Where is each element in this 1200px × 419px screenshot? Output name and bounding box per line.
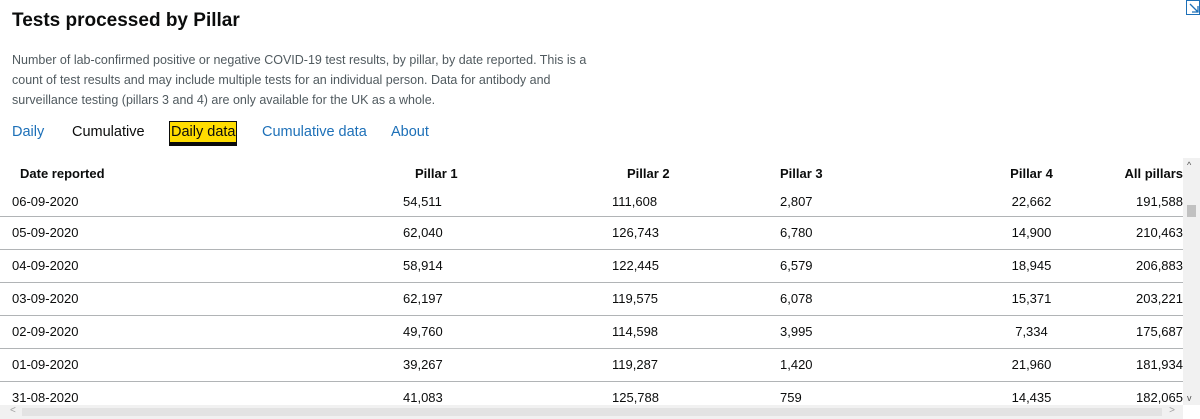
tab-cumulative-data[interactable]: Cumulative data <box>262 122 367 142</box>
cell-date: 02-09-2020 <box>0 315 395 349</box>
column-header-pillar-2[interactable]: Pillar 2 <box>610 158 780 188</box>
chevron-up-icon[interactable]: ^ <box>1187 160 1191 170</box>
chevron-right-icon[interactable]: > <box>1169 405 1175 416</box>
cell-pillar-1: 39,267 <box>395 348 610 382</box>
cell-pillar-4: 14,435 <box>950 381 1113 405</box>
tab-about[interactable]: About <box>391 122 429 142</box>
cell-date: 05-09-2020 <box>0 216 395 250</box>
cell-pillar-3: 6,078 <box>780 282 950 316</box>
cell-pillar-2: 111,608 <box>610 188 780 217</box>
cell-pillar-3: 2,807 <box>780 188 950 217</box>
table-row: 04-09-2020 58,914 122,445 6,579 18,945 206,88… <box>0 249 1183 283</box>
column-header-pillar-3[interactable]: Pillar 3 <box>780 158 950 188</box>
table-row: 01-09-2020 39,267 119,287 1,420 21,960 181,93… <box>0 348 1183 382</box>
cell-date: 31-08-2020 <box>0 381 395 405</box>
cell-date: 06-09-2020 <box>0 188 395 217</box>
table-row: 06-09-2020 54,511 111,608 2,807 22,662 191,58… <box>0 188 1183 217</box>
column-header-date[interactable]: Date reported <box>0 158 395 188</box>
cell-pillar-2: 114,598 <box>610 315 780 349</box>
table-header-row: Date reported Pillar 1 Pillar 2 Pillar 3… <box>0 158 1183 188</box>
column-header-pillar-4[interactable]: Pillar 4 <box>950 158 1113 188</box>
tab-cumulative[interactable]: Cumulative <box>72 122 145 142</box>
column-header-pillar-1[interactable]: Pillar 1 <box>395 158 610 188</box>
download-icon[interactable] <box>1186 0 1200 15</box>
cell-all-pillars: 181,934 <box>1113 348 1183 382</box>
card-description: Number of lab-confirmed positive or nega… <box>12 53 587 107</box>
cell-all-pillars: 206,883 <box>1113 249 1183 283</box>
cell-pillar-3: 3,995 <box>780 315 950 349</box>
cell-pillar-1: 41,083 <box>395 381 610 405</box>
tests-card: Tests processed by Pillar Number of lab-… <box>0 0 1200 419</box>
table-row: 02-09-2020 49,760 114,598 3,995 7,334 175,687 <box>0 315 1183 349</box>
cell-pillar-3: 6,780 <box>780 216 950 250</box>
cell-pillar-2: 125,788 <box>610 381 780 405</box>
cell-all-pillars: 182,065 <box>1113 381 1183 405</box>
cell-pillar-1: 62,197 <box>395 282 610 316</box>
table-row: 03-09-2020 62,197 119,575 6,078 15,371 203,22… <box>0 282 1183 316</box>
data-table-container: Date reported Pillar 1 Pillar 2 Pillar 3… <box>0 158 1183 405</box>
cell-pillar-2: 126,743 <box>610 216 780 250</box>
cell-pillar-1: 62,040 <box>395 216 610 250</box>
chevron-down-icon[interactable]: v <box>1187 393 1192 403</box>
cell-pillar-1: 58,914 <box>395 249 610 283</box>
cell-pillar-4: 22,662 <box>950 188 1113 217</box>
cell-all-pillars: 191,588 <box>1113 188 1183 217</box>
vertical-scrollbar[interactable]: ^ v <box>1183 158 1200 405</box>
tab-daily[interactable]: Daily <box>12 122 44 142</box>
horizontal-scroll-thumb[interactable] <box>22 408 1162 416</box>
cell-pillar-1: 54,511 <box>395 188 610 217</box>
cell-pillar-4: 15,371 <box>950 282 1113 316</box>
tab-daily-data[interactable]: Daily data <box>168 121 238 146</box>
cell-pillar-3: 759 <box>780 381 950 405</box>
cell-pillar-4: 21,960 <box>950 348 1113 382</box>
cell-all-pillars: 175,687 <box>1113 315 1183 349</box>
cell-pillar-2: 119,575 <box>610 282 780 316</box>
table-row: 31-08-2020 41,083 125,788 759 14,435 182,065 <box>0 381 1183 405</box>
card-title: Tests processed by Pillar <box>12 10 240 31</box>
cell-all-pillars: 203,221 <box>1113 282 1183 316</box>
column-header-all-pillars[interactable]: All pillars <box>1113 158 1183 188</box>
cell-pillar-1: 49,760 <box>395 315 610 349</box>
cell-pillar-2: 122,445 <box>610 249 780 283</box>
cell-pillar-3: 1,420 <box>780 348 950 382</box>
horizontal-scrollbar[interactable]: < > <box>0 405 1183 419</box>
cell-date: 04-09-2020 <box>0 249 395 283</box>
cell-date: 03-09-2020 <box>0 282 395 316</box>
cell-pillar-2: 119,287 <box>610 348 780 382</box>
cell-all-pillars: 210,463 <box>1113 216 1183 250</box>
vertical-scroll-thumb[interactable] <box>1187 205 1196 217</box>
chevron-left-icon[interactable]: < <box>10 405 16 416</box>
cell-date: 01-09-2020 <box>0 348 395 382</box>
cell-pillar-4: 14,900 <box>950 216 1113 250</box>
data-table: Date reported Pillar 1 Pillar 2 Pillar 3… <box>0 158 1183 405</box>
cell-pillar-4: 18,945 <box>950 249 1113 283</box>
table-row: 05-09-2020 62,040 126,743 6,780 14,900 210,46… <box>0 216 1183 250</box>
cell-pillar-3: 6,579 <box>780 249 950 283</box>
cell-pillar-4: 7,334 <box>950 315 1113 349</box>
